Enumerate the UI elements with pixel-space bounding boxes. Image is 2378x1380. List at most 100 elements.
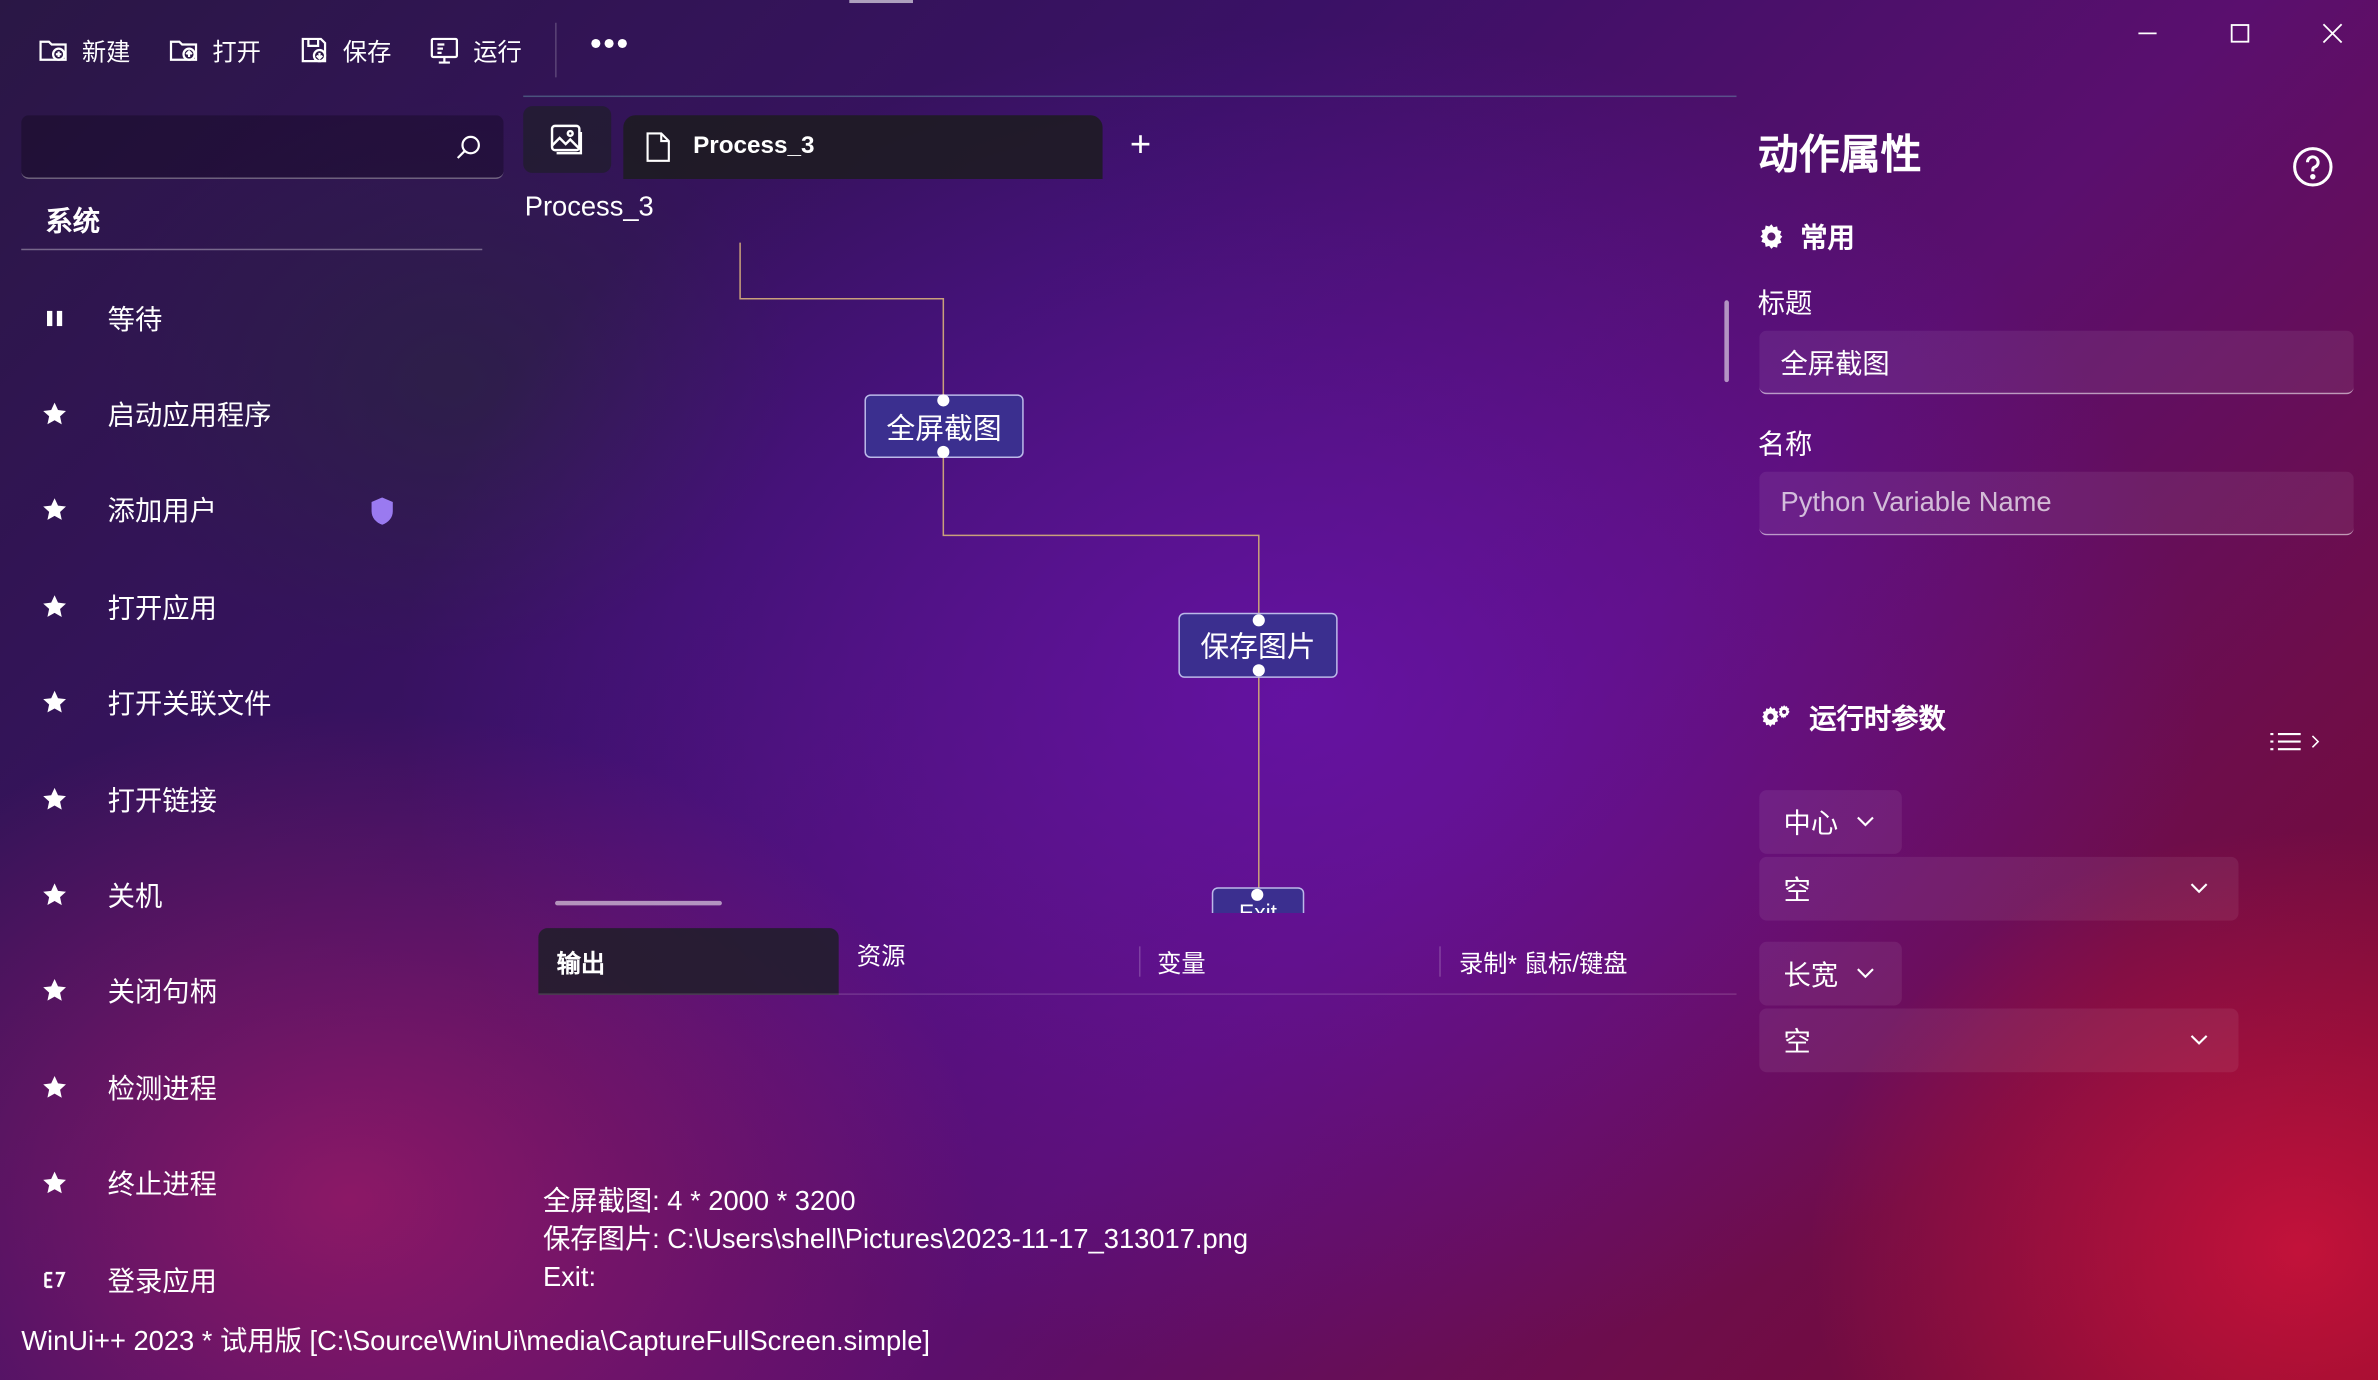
run-screen-icon [430, 37, 459, 64]
tab-process-3[interactable]: Process_3 [623, 115, 1103, 179]
add-tab-button[interactable]: + [1130, 127, 1151, 163]
sidebar-item-label: 检测进程 [107, 1073, 217, 1104]
node-label: 全屏截图 [886, 413, 1002, 446]
close-button[interactable] [2286, 9, 2378, 58]
output-log: 全屏截图: 4 * 2000 * 3200 保存图片: C:\Users\she… [543, 1183, 1248, 1297]
sidebar-item-add-user[interactable]: 添加用户 [21, 462, 503, 558]
star-icon [21, 689, 88, 716]
tab-divider [1138, 946, 1141, 977]
name-input[interactable] [1780, 486, 2354, 519]
maximize-button[interactable] [2193, 9, 2286, 58]
sidebar-section-title: 系统 [45, 206, 101, 237]
sidebar-list: 等待 启动应用程序 添加用户 打开应用 打开关联文件 打开链接 关机 关闭句柄 … [21, 270, 503, 1328]
star-icon [21, 881, 88, 908]
open-button[interactable]: 打开 [152, 23, 276, 78]
node-port[interactable] [1252, 664, 1265, 677]
sidebar-item-label: 打开关联文件 [107, 688, 272, 720]
star-icon [21, 1170, 88, 1197]
tab-output[interactable]: 输出 [538, 928, 839, 995]
document-icon [646, 132, 670, 162]
open-label: 打开 [212, 40, 261, 67]
more-button[interactable]: ••• [575, 27, 645, 60]
sidebar-item-wait[interactable]: 等待 [21, 270, 503, 366]
sidebar-item-open-link[interactable]: 打开链接 [21, 751, 503, 847]
save-button[interactable]: 保存 [282, 23, 406, 78]
sidebar-item-detect-process[interactable]: 检测进程 [21, 1039, 503, 1135]
login-app-icon [21, 1266, 88, 1293]
flow-canvas[interactable]: 全屏截图 保存图片 Exit [523, 227, 1721, 913]
sidebar-divider [21, 248, 483, 251]
param2-value-dropdown[interactable]: 空 [1759, 1008, 2239, 1073]
sidebar-item-login-app[interactable]: 登录应用 [21, 1231, 503, 1327]
flow-connectors [739, 242, 1260, 895]
image-tab-button[interactable] [523, 106, 612, 173]
chevron-right-icon [2311, 735, 2320, 748]
chevron-down-icon [2190, 1034, 2208, 1046]
gears-icon [1762, 705, 1790, 727]
bottom-tab-bar: 输出 资源 变量 录制* 鼠标/键盘 [538, 928, 1736, 995]
run-button[interactable]: 运行 [413, 23, 537, 78]
common-section-header: 常用 [1758, 217, 1855, 256]
tab-label: 资源 [856, 944, 906, 971]
window-controls [2100, 9, 2378, 58]
tab-record-mouse-keyboard[interactable]: 录制* 鼠标/键盘 [1459, 928, 1628, 995]
sidebar-item-open-app[interactable]: 打开应用 [21, 558, 503, 654]
param1-value-dropdown[interactable]: 空 [1759, 856, 2239, 921]
sidebar-item-label: 等待 [107, 304, 163, 335]
star-icon [21, 977, 88, 1004]
node-port[interactable] [937, 445, 950, 459]
pause-icon [21, 304, 88, 331]
node-port[interactable] [1252, 614, 1265, 627]
maximize-icon [2230, 24, 2249, 43]
sidebar-item-label: 添加用户 [107, 496, 217, 527]
sidebar-item-terminate-process[interactable]: 终止进程 [21, 1135, 503, 1231]
node-port[interactable] [1251, 888, 1264, 901]
sidebar-item-label: 打开链接 [107, 785, 217, 816]
close-icon [2322, 23, 2342, 44]
sidebar-item-launch-app[interactable]: 启动应用程序 [21, 366, 503, 462]
save-label: 保存 [342, 40, 392, 67]
chevron-down-icon [2190, 883, 2208, 895]
help-icon[interactable] [2292, 146, 2334, 188]
tab-label: 录制* 鼠标/键盘 [1458, 952, 1628, 979]
tab-variables[interactable]: 变量 [1157, 928, 1206, 995]
canvas-vertical-scrollbar[interactable] [1724, 300, 1729, 383]
node-port[interactable] [937, 394, 950, 407]
bottom-tabs-divider [538, 993, 1737, 995]
param2-type-dropdown[interactable]: 长宽 [1759, 941, 1902, 1006]
title-field[interactable]: 全屏截图 [1759, 330, 2354, 395]
list-icon [2270, 732, 2301, 751]
param2-value-label: 空 [1783, 1026, 1811, 1058]
title-field-label: 标题 [1757, 288, 1813, 319]
sidebar-item-shutdown[interactable]: 关机 [21, 847, 503, 943]
sidebar-item-close-handle[interactable]: 关闭句柄 [21, 943, 503, 1039]
sidebar-item-label: 启动应用程序 [107, 400, 272, 431]
new-folder-icon [39, 40, 67, 61]
name-field[interactable] [1759, 471, 2354, 536]
sidebar-item-label: 关机 [107, 881, 163, 912]
output-line: 保存图片: C:\Users\shell\Pictures\2023-11-17… [542, 1223, 1249, 1255]
param1-value-label: 空 [1783, 875, 1811, 906]
new-button[interactable]: 新建 [21, 23, 145, 78]
minimize-button[interactable] [2100, 9, 2193, 58]
runtime-section-header: 运行时参数 [1758, 698, 1946, 737]
search-icon [456, 135, 480, 159]
open-folder-icon [169, 40, 198, 61]
chevron-down-icon [1856, 816, 1874, 828]
list-view-toggle[interactable] [2269, 729, 2321, 753]
param1-type-label: 中心 [1783, 808, 1839, 839]
sidebar-item-open-associated-file[interactable]: 打开关联文件 [21, 655, 503, 751]
status-bar: WinUi++ 2023 * 试用版 [C:\Source\WinUi\medi… [21, 1325, 931, 1356]
star-icon [21, 497, 88, 524]
param1-type-dropdown[interactable]: 中心 [1759, 790, 1902, 854]
chevron-down-icon [1856, 968, 1874, 980]
tab-resources[interactable]: 资源 [857, 921, 906, 988]
search-box[interactable] [21, 115, 504, 179]
canvas-horizontal-scrollbar[interactable] [555, 900, 722, 906]
sidebar-item-label: 关闭句柄 [107, 977, 217, 1008]
shield-icon [371, 497, 393, 525]
tab-label: 变量 [1157, 952, 1206, 979]
output-line: 全屏截图: 4 * 2000 * 3200 [542, 1185, 856, 1217]
node-label: 保存图片 [1200, 632, 1316, 665]
common-section-label: 常用 [1800, 222, 1855, 254]
